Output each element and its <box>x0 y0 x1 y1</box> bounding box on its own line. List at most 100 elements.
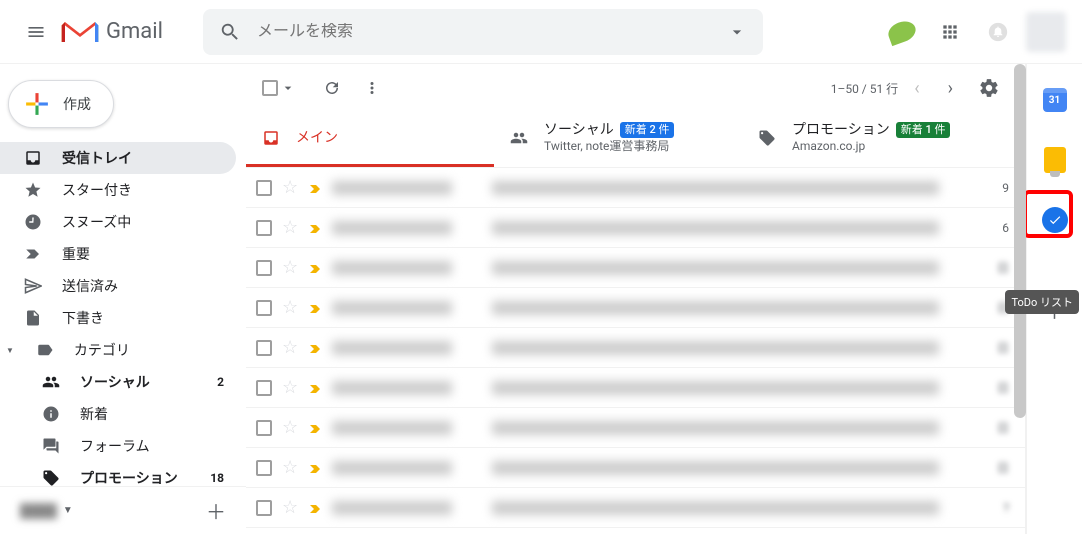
new-chat-icon[interactable]: ＋ <box>198 492 234 529</box>
select-all-checkbox[interactable] <box>262 80 296 96</box>
nav-item-tag[interactable]: プロモーション 18 <box>0 462 236 486</box>
leaf-icon[interactable] <box>882 12 922 52</box>
importance-icon[interactable] <box>308 381 322 395</box>
tab-icon <box>262 129 280 147</box>
info-icon <box>42 405 62 423</box>
importance-icon[interactable] <box>308 261 322 275</box>
star-icon[interactable]: ☆ <box>282 217 298 238</box>
account-avatar[interactable] <box>1026 12 1066 52</box>
row-checkbox[interactable] <box>256 340 272 356</box>
row-checkbox[interactable] <box>256 300 272 316</box>
nav-label: スター付き <box>62 180 132 200</box>
search-input[interactable] <box>249 23 719 41</box>
nav-item-imp[interactable]: 重要 <box>0 238 236 270</box>
tasks-tooltip: ToDo リスト <box>1005 290 1079 314</box>
nav-item-label[interactable]: ▼カテゴリ <box>0 334 236 366</box>
message-row[interactable]: ☆日 <box>246 328 1025 368</box>
tasks-addon[interactable] <box>1035 200 1075 240</box>
nav-item-people[interactable]: ソーシャル 2 <box>0 366 236 398</box>
importance-icon[interactable] <box>308 181 322 195</box>
chevron-down-icon[interactable]: ▼ <box>63 505 73 516</box>
search-box[interactable] <box>203 9 763 55</box>
star-icon[interactable]: ☆ <box>282 297 298 318</box>
nav-count: 18 <box>210 471 224 485</box>
compose-label: 作成 <box>63 94 91 114</box>
row-checkbox[interactable] <box>256 260 272 276</box>
message-row[interactable]: ☆日 <box>246 448 1025 488</box>
nav-item-clock[interactable]: スヌーズ中 <box>0 206 236 238</box>
clock-icon <box>24 213 44 231</box>
nav-label: ソーシャル <box>80 372 150 392</box>
nav-label: プロモーション <box>80 468 178 486</box>
importance-icon[interactable] <box>308 461 322 475</box>
sender <box>332 501 452 515</box>
row-checkbox[interactable] <box>256 380 272 396</box>
importance-icon[interactable] <box>308 501 322 515</box>
nav-label: 新着 <box>80 404 108 424</box>
tab-icon <box>758 129 776 147</box>
subject <box>492 301 939 315</box>
plus-icon <box>23 90 51 118</box>
refresh-button[interactable] <box>312 68 352 108</box>
importance-icon[interactable] <box>308 221 322 235</box>
tab-2[interactable]: プロモーション新着 1 件Amazon.co.jp <box>742 112 990 167</box>
message-row[interactable]: ☆日 <box>246 288 1025 328</box>
nav-item-star[interactable]: スター付き <box>0 174 236 206</box>
importance-icon[interactable] <box>308 341 322 355</box>
star-icon[interactable]: ☆ <box>282 377 298 398</box>
star-icon[interactable]: ☆ <box>282 457 298 478</box>
search-dropdown-icon[interactable] <box>719 14 755 50</box>
apps-icon[interactable] <box>930 12 970 52</box>
send-icon <box>24 277 44 295</box>
star-icon[interactable]: ☆ <box>282 177 298 198</box>
settings-button[interactable] <box>969 68 1009 108</box>
message-row[interactable]: ☆? <box>246 488 1025 528</box>
nav-label: カテゴリ <box>74 340 130 360</box>
nav-item-info[interactable]: 新着 <box>0 398 236 430</box>
more-button[interactable] <box>352 68 392 108</box>
draft-icon <box>24 309 44 327</box>
message-row[interactable]: ☆9 <box>246 168 1025 208</box>
message-row[interactable]: ☆日 <box>246 248 1025 288</box>
compose-button[interactable]: 作成 <box>8 80 114 128</box>
message-date: 日 <box>979 459 1009 476</box>
notifications-icon[interactable] <box>978 12 1018 52</box>
row-checkbox[interactable] <box>256 500 272 516</box>
nav-label: 重要 <box>62 244 90 264</box>
tab-subtitle: Amazon.co.jp <box>792 139 950 155</box>
star-icon[interactable]: ☆ <box>282 257 298 278</box>
message-row[interactable]: ☆日 <box>246 408 1025 448</box>
prev-page-button[interactable]: ‹ <box>902 70 931 107</box>
row-checkbox[interactable] <box>256 180 272 196</box>
row-checkbox[interactable] <box>256 220 272 236</box>
star-icon[interactable]: ☆ <box>282 337 298 358</box>
calendar-addon[interactable]: 31 <box>1035 80 1075 120</box>
nav-count: 2 <box>217 375 224 389</box>
gmail-logo[interactable]: Gmail <box>60 16 163 48</box>
nav-item-send[interactable]: 送信済み <box>0 270 236 302</box>
sender <box>332 221 452 235</box>
importance-icon[interactable] <box>308 421 322 435</box>
scrollbar[interactable] <box>1014 64 1026 418</box>
star-icon[interactable]: ☆ <box>282 417 298 438</box>
nav-item-inbox[interactable]: 受信トレイ <box>0 142 236 174</box>
hangouts-footer[interactable]: ████ ▼ ＋ <box>0 486 246 534</box>
hangouts-user: ████ <box>20 503 57 519</box>
menu-button[interactable] <box>16 12 56 52</box>
tab-0[interactable]: メイン <box>246 112 494 167</box>
next-page-button[interactable]: › <box>936 70 965 107</box>
inbox-icon <box>24 149 44 167</box>
message-date: 日 <box>979 419 1009 436</box>
importance-icon[interactable] <box>308 301 322 315</box>
star-icon[interactable]: ☆ <box>282 497 298 518</box>
tab-badge: 新着 2 件 <box>620 122 675 138</box>
search-icon[interactable] <box>211 13 249 51</box>
tab-1[interactable]: ソーシャル新着 2 件Twitter, note運営事務局 <box>494 112 742 167</box>
message-row[interactable]: ☆日 <box>246 368 1025 408</box>
row-checkbox[interactable] <box>256 420 272 436</box>
nav-item-forum[interactable]: フォーラム <box>0 430 236 462</box>
nav-item-draft[interactable]: 下書き <box>0 302 236 334</box>
row-checkbox[interactable] <box>256 460 272 476</box>
keep-addon[interactable] <box>1035 140 1075 180</box>
message-row[interactable]: ☆6 <box>246 208 1025 248</box>
